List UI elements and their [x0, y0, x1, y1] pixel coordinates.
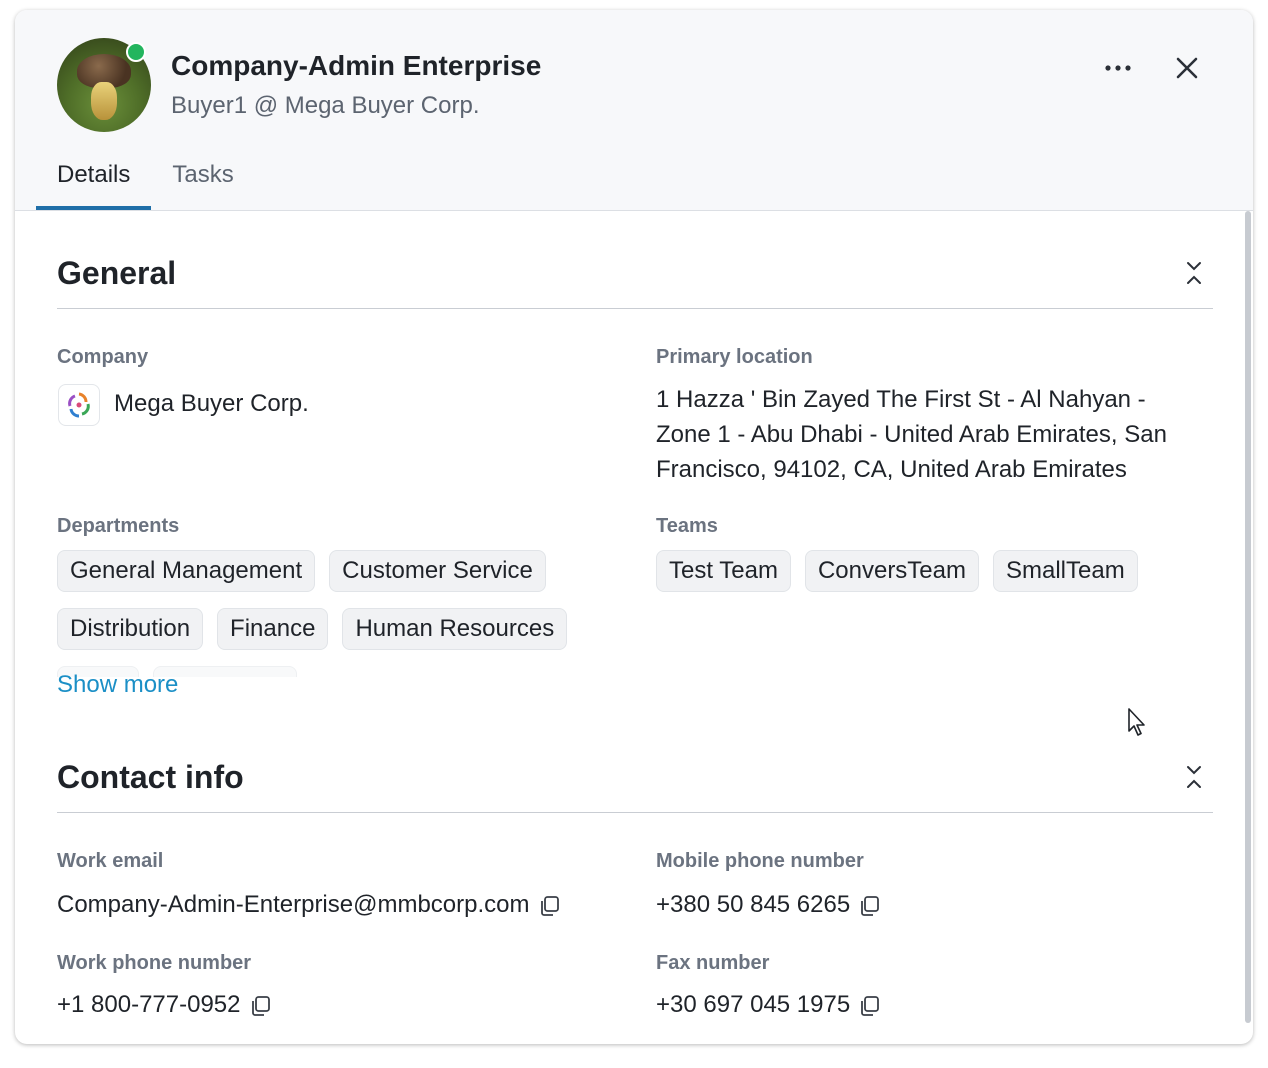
copy-icon[interactable] [249, 995, 271, 1017]
work-phone-row: +1 800-777-0952 [57, 991, 271, 1019]
collapse-icon [1187, 262, 1201, 284]
departments-chip-list: General Management Customer Service Dist… [57, 550, 617, 666]
contact-subtitle: Buyer1 @ Mega Buyer Corp. [171, 92, 480, 119]
mouse-pointer-icon [1128, 708, 1145, 736]
department-chip: Human Resources [342, 608, 568, 650]
work-email-label: Work email [57, 850, 164, 872]
work-phone-label: Work phone number [57, 952, 252, 974]
company-value[interactable]: Mega Buyer Corp. [114, 390, 309, 418]
online-status-dot [126, 42, 146, 62]
primary-location-value: 1 Hazza ' Bin Zayed The First St - Al Na… [656, 386, 1167, 483]
primary-location-label: Primary location [656, 346, 813, 368]
show-more-link[interactable]: Show more [57, 671, 178, 699]
tab-details[interactable]: Details [36, 156, 152, 210]
fax-number-value[interactable]: +30 697 045 1975 [656, 991, 850, 1018]
team-chip: ConversTeam [804, 550, 979, 592]
contact-details-panel: Company-Admin Enterprise Buyer1 @ Mega B… [15, 10, 1253, 1044]
details-content: General Company Mega Buyer Corp. Primary… [15, 211, 1253, 1044]
department-chip: Finance [217, 608, 329, 650]
company-label: Company [57, 346, 149, 368]
avatar-mushroom-stem [91, 82, 117, 120]
company-logo [58, 384, 100, 426]
department-chip: Customer Service [329, 550, 546, 592]
teams-label: Teams [656, 515, 718, 537]
general-collapse-button[interactable] [1177, 256, 1211, 290]
mobile-phone-label: Mobile phone number [656, 850, 864, 872]
copy-icon[interactable] [858, 895, 880, 917]
work-phone-value[interactable]: +1 800-777-0952 [57, 991, 241, 1018]
teams-chip-list: Test Team ConversTeam SmallTeam [656, 550, 1216, 608]
close-icon [1176, 57, 1198, 79]
tab-tasks[interactable]: Tasks [151, 156, 254, 210]
scrollbar[interactable] [1245, 211, 1251, 1023]
contact-collapse-button[interactable] [1177, 760, 1211, 794]
contact-name: Company-Admin Enterprise [171, 50, 542, 81]
general-section-title: General [57, 255, 177, 291]
panel-header: Company-Admin Enterprise Buyer1 @ Mega B… [15, 10, 1253, 211]
mobile-phone-value[interactable]: +380 50 845 6265 [656, 891, 850, 918]
work-email-row: Company-Admin-Enterprise@mmbcorp.com [57, 891, 560, 919]
general-divider [57, 308, 1213, 309]
contact-info-section-title: Contact info [57, 759, 244, 795]
team-chip: SmallTeam [993, 550, 1138, 592]
department-chip: Distribution [57, 608, 204, 650]
copy-icon[interactable] [538, 895, 560, 917]
department-chip: General Management [57, 550, 316, 592]
departments-label: Departments [57, 515, 180, 537]
collapse-icon [1187, 766, 1201, 788]
more-horizontal-icon [1105, 65, 1131, 71]
close-button[interactable] [1167, 48, 1207, 88]
fax-number-label: Fax number [656, 952, 770, 974]
copy-icon[interactable] [858, 995, 880, 1017]
company-logo-icon [68, 392, 90, 418]
work-email-value[interactable]: Company-Admin-Enterprise@mmbcorp.com [57, 891, 530, 918]
fax-number-row: +30 697 045 1975 [656, 991, 880, 1019]
contact-divider [57, 812, 1213, 813]
more-options-button[interactable] [1098, 48, 1138, 88]
team-chip: Test Team [656, 550, 791, 592]
tab-bar: Details Tasks [36, 156, 255, 210]
mobile-phone-row: +380 50 845 6265 [656, 891, 880, 919]
